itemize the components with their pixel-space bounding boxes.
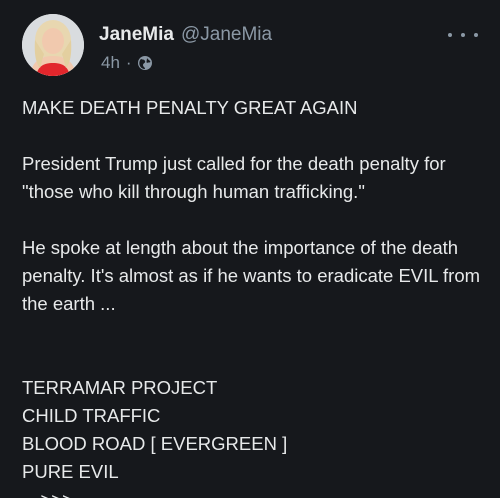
more-horizontal-icon [448,33,452,37]
avatar[interactable] [22,14,84,76]
list-item: BLOOD ROAD [ EVERGREEN ] [22,433,288,454]
post-headline: MAKE DEATH PENALTY GREAT AGAIN [22,97,358,118]
author-name-row: JaneMia @JaneMia [99,24,272,46]
list-item: CHILD TRAFFIC [22,405,161,426]
author-display-name[interactable]: JaneMia [99,24,174,46]
post-meta: 4h · [101,53,153,73]
author-handle[interactable]: @JaneMia [181,24,272,46]
post-paragraph-1: President Trump just called for the deat… [22,153,446,202]
post-body: MAKE DEATH PENALTY GREAT AGAIN President… [22,94,487,498]
post-timestamp[interactable]: 4h [101,53,120,73]
more-options-button[interactable] [448,28,478,42]
list-item: PURE EVIL [22,461,119,482]
list-item: TERRAMAR PROJECT [22,377,218,398]
globe-icon [137,55,153,71]
avatar-photo [22,14,84,76]
list-item: —>>> [22,486,487,498]
meta-separator: · [125,53,132,72]
post-paragraph-2: He spoke at length about the importance … [22,237,481,314]
post-card: JaneMia @JaneMia 4h · MAKE DEATH PENALTY… [0,0,500,498]
